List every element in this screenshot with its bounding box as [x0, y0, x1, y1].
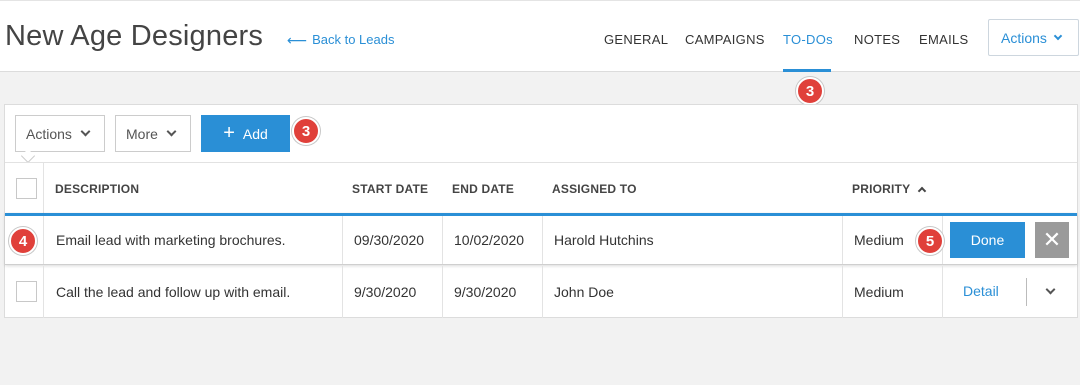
column-divider: [942, 266, 943, 318]
column-divider: [842, 216, 843, 264]
done-button[interactable]: Done: [950, 222, 1025, 258]
chevron-down-icon[interactable]: [1045, 284, 1056, 295]
callout-badge-row: 4: [9, 227, 37, 255]
more-dropdown-label: More: [126, 125, 158, 142]
header-actions-dropdown[interactable]: Actions: [988, 19, 1079, 56]
column-header-priority[interactable]: PRIORITY: [852, 182, 927, 196]
column-divider: [43, 266, 44, 318]
column-divider: [842, 266, 843, 318]
start-date-cell: 09/30/2020: [354, 232, 425, 248]
priority-cell: Medium: [854, 284, 904, 300]
column-divider: [542, 216, 543, 264]
header-actions-label: Actions: [1001, 29, 1047, 46]
table-header: DESCRIPTION START DATE END DATE ASSIGNED…: [5, 162, 1077, 213]
column-divider: [342, 266, 343, 318]
tab-campaigns[interactable]: CAMPAIGNS: [685, 32, 765, 47]
todos-panel: Actions More + Add DESCRIPTION START DAT…: [4, 104, 1078, 318]
active-tab-indicator: [783, 69, 831, 72]
description-cell: Call the lead and follow up with email.: [56, 284, 291, 300]
column-divider: [43, 163, 44, 213]
add-button-label: Add: [242, 125, 268, 142]
arrow-left-icon: ⟵: [287, 31, 308, 48]
priority-cell: Medium: [854, 232, 904, 248]
more-dropdown[interactable]: More: [115, 115, 191, 152]
column-divider: [442, 216, 443, 264]
column-divider: [542, 266, 543, 318]
sort-ascending-icon: [918, 186, 927, 196]
action-separator: [1026, 278, 1027, 306]
tab-todos[interactable]: TO-DOs: [783, 32, 833, 47]
column-header-start-date[interactable]: START DATE: [352, 182, 428, 196]
row-checkbox[interactable]: [16, 281, 37, 302]
detail-link[interactable]: Detail: [963, 283, 999, 299]
tab-emails[interactable]: EMAILS: [919, 32, 968, 47]
actions-dropdown-label: Actions: [26, 125, 72, 142]
assigned-to-cell: John Doe: [554, 284, 614, 300]
chevron-down-icon: [166, 126, 177, 137]
actions-dropdown[interactable]: Actions: [15, 115, 105, 152]
page-title: New Age Designers: [5, 20, 264, 52]
page-header: New Age Designers ⟵ Back to Leads GENERA…: [0, 0, 1080, 72]
add-todo-button[interactable]: + Add: [201, 115, 290, 152]
end-date-cell: 9/30/2020: [454, 284, 517, 300]
callout-badge-todos: 3: [796, 77, 824, 105]
callout-badge-add: 3: [292, 117, 320, 145]
priority-header-label: PRIORITY: [852, 182, 911, 196]
column-divider: [43, 216, 44, 264]
end-date-cell: 10/02/2020: [454, 232, 525, 248]
tab-notes[interactable]: NOTES: [854, 32, 900, 47]
column-divider: [342, 216, 343, 264]
description-cell: Email lead with marketing brochures.: [56, 232, 286, 248]
plus-icon: +: [223, 121, 235, 144]
column-divider: [442, 266, 443, 318]
back-link-label: Back to Leads: [312, 32, 395, 47]
column-header-end-date[interactable]: END DATE: [452, 182, 514, 196]
callout-badge-done: 5: [916, 227, 944, 255]
table-row[interactable]: Call the lead and follow up with email. …: [5, 266, 1077, 318]
chevron-down-icon: [80, 126, 91, 137]
assigned-to-cell: Harold Hutchins: [554, 232, 654, 248]
chevron-down-icon: [1053, 31, 1063, 40]
start-date-cell: 9/30/2020: [354, 284, 417, 300]
back-to-leads-link[interactable]: ⟵ Back to Leads: [287, 32, 394, 47]
tab-general[interactable]: GENERAL: [604, 32, 668, 47]
column-header-assigned-to[interactable]: ASSIGNED TO: [552, 182, 637, 196]
column-header-description[interactable]: DESCRIPTION: [55, 182, 139, 196]
close-icon[interactable]: ✕: [1035, 222, 1069, 258]
select-all-checkbox[interactable]: [16, 178, 37, 199]
